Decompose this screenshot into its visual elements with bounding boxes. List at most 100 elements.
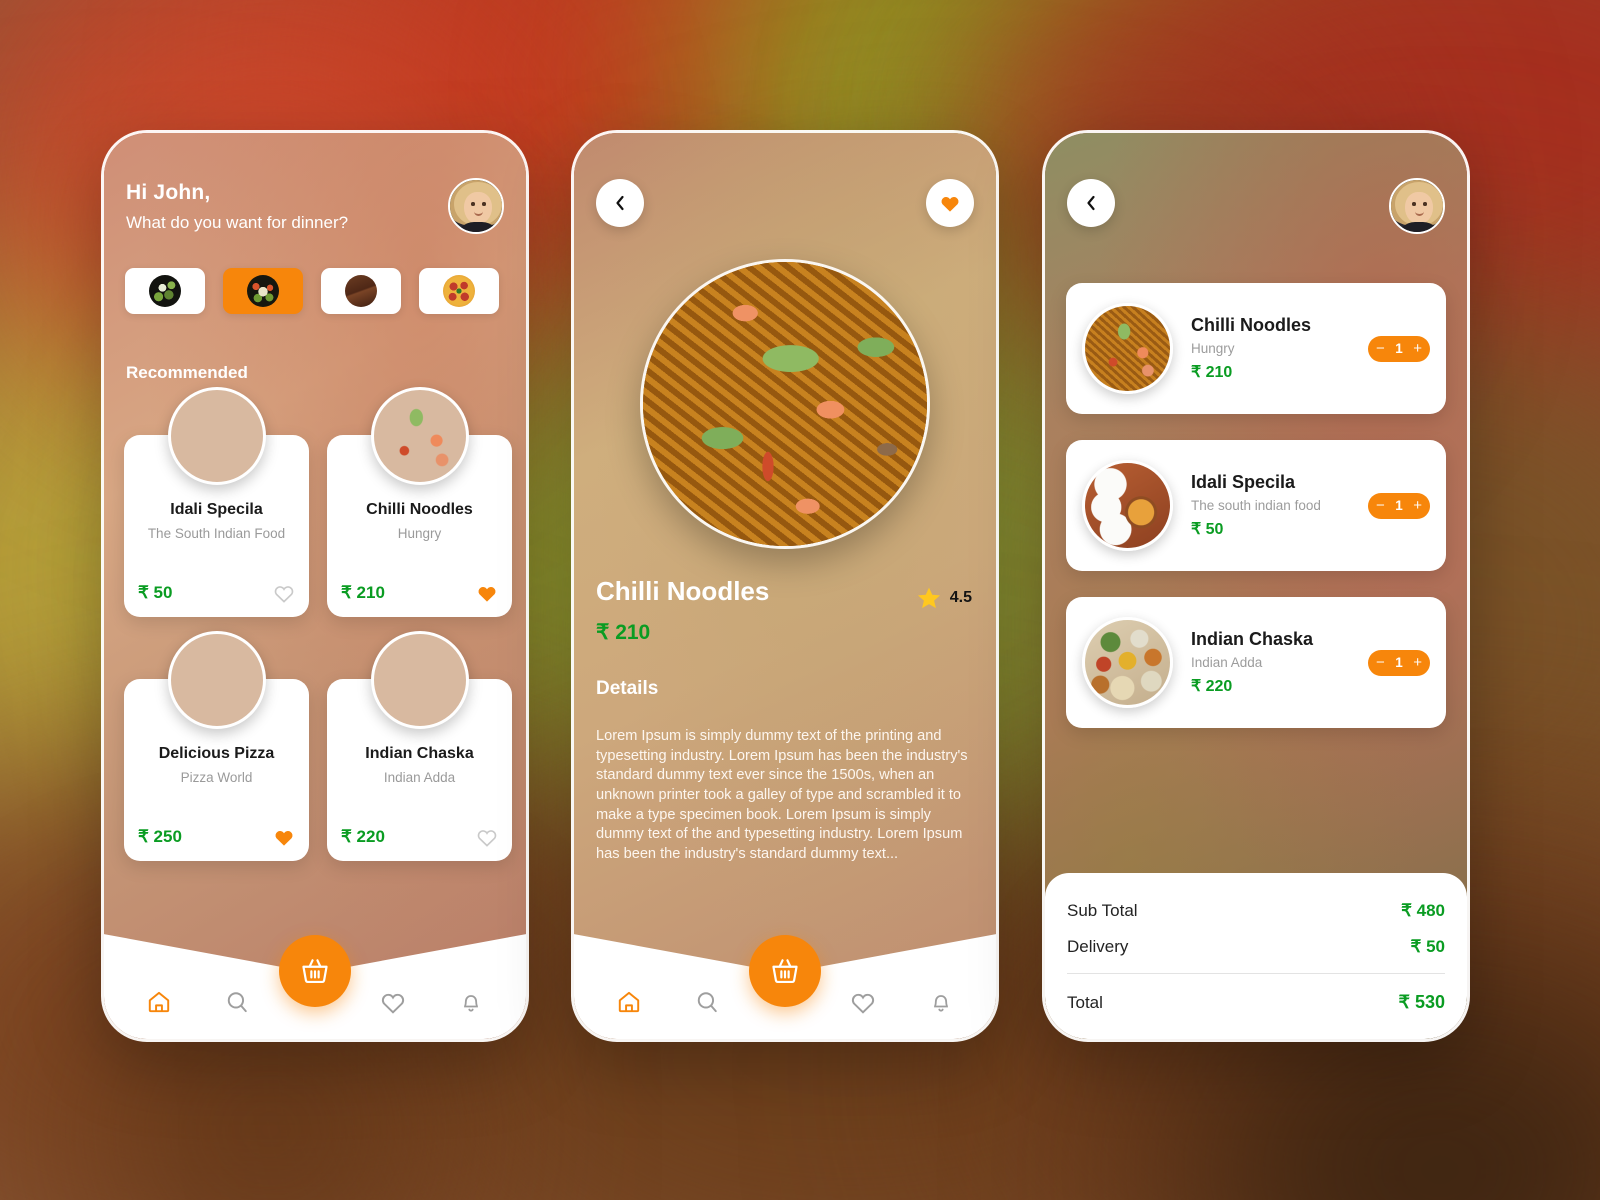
cart-item-row[interactable]: Indian Chaska Indian Adda ₹ 220 − 1 + — [1066, 597, 1446, 728]
back-button[interactable] — [596, 179, 644, 227]
nav-item-notifications[interactable] — [448, 989, 494, 1015]
home-screen-mockup: Hi John, What do you want for dinner? Re… — [101, 130, 529, 1042]
rating-value: 4.5 — [949, 589, 972, 606]
avatar-eye-left — [1412, 202, 1416, 206]
cart-item-name: Chilli Noodles — [1191, 315, 1312, 335]
veg-bowl-icon — [247, 275, 279, 307]
category-chip-veg-bowl[interactable] — [223, 268, 303, 314]
nav-item-favorites[interactable] — [840, 990, 886, 1014]
cart-screen-mockup: Chilli Noodles Hungry ₹ 210 − 1 + Idali … — [1042, 130, 1470, 1042]
food-thumbnail-noodles — [370, 387, 469, 485]
dish-price: ₹ 210 — [596, 621, 651, 644]
subtotal-label: Sub Total — [1067, 901, 1138, 920]
total-value: ₹ 530 — [1398, 992, 1446, 1012]
avatar-face — [464, 192, 492, 224]
category-chip-list — [125, 268, 499, 314]
greeting-question: What do you want for dinner? — [126, 213, 349, 232]
avatar[interactable] — [448, 178, 504, 234]
noodles-photo — [643, 262, 927, 546]
food-restaurant: Hungry — [397, 526, 442, 541]
greeting-name: Hi John, — [126, 181, 211, 204]
details-heading: Details — [596, 678, 659, 699]
food-card[interactable]: Indian Chaska Indian Adda ₹ 220 — [327, 631, 512, 861]
heart-filled-icon[interactable] — [476, 583, 498, 603]
quantity-value: 1 — [1395, 655, 1403, 670]
food-name: Idali Specila — [170, 501, 263, 518]
back-button[interactable] — [1067, 179, 1115, 227]
chocolate-icon — [345, 275, 377, 307]
food-card[interactable]: Idali Specila The South Indian Food ₹ 50 — [124, 387, 309, 617]
dish-title: Chilli Noodles — [596, 576, 770, 606]
heart-outline-icon[interactable] — [273, 583, 295, 603]
food-restaurant: The South Indian Food — [147, 526, 286, 541]
delivery-label: Delivery — [1067, 937, 1129, 956]
nav-item-search[interactable] — [684, 989, 730, 1015]
order-summary-panel: Sub Total ₹ 480 Delivery ₹ 50 Total ₹ 53… — [1045, 873, 1467, 1039]
category-chip-pizza[interactable] — [419, 268, 499, 314]
food-card-footer: ₹ 210 — [341, 583, 498, 603]
food-card[interactable]: Chilli Noodles Hungry ₹ 210 — [327, 387, 512, 617]
heart-filled-icon[interactable] — [273, 827, 295, 847]
increase-quantity-button[interactable]: + — [1413, 498, 1422, 513]
cart-item-list: Chilli Noodles Hungry ₹ 210 − 1 + Idali … — [1066, 283, 1446, 728]
recommended-food-grid: Idali Specila The South Indian Food ₹ 50… — [124, 387, 512, 861]
nav-item-notifications[interactable] — [918, 989, 964, 1015]
cart-item-name: Idali Specila — [1191, 472, 1296, 492]
dish-hero-image — [640, 259, 930, 549]
decrease-quantity-button[interactable]: − — [1376, 341, 1385, 356]
nav-item-search[interactable] — [214, 989, 260, 1015]
food-name: Chilli Noodles — [366, 501, 473, 518]
favorite-button[interactable] — [926, 179, 974, 227]
food-price: ₹ 250 — [138, 827, 182, 846]
heart-filled-icon — [941, 196, 959, 212]
avatar-eye-right — [1423, 202, 1427, 206]
quantity-stepper[interactable]: − 1 + — [1368, 649, 1430, 676]
food-price: ₹ 210 — [341, 583, 385, 602]
subtotal-value: ₹ 480 — [1401, 901, 1445, 920]
cart-item-name: Indian Chaska — [1191, 629, 1314, 649]
increase-quantity-button[interactable]: + — [1413, 341, 1422, 356]
greeting-block: Hi John, What do you want for dinner? — [126, 181, 348, 233]
star-icon — [917, 587, 940, 609]
food-thumbnail-idali — [167, 387, 266, 485]
decrease-quantity-button[interactable]: − — [1376, 655, 1385, 670]
cart-item-thumbnail-thali — [1082, 617, 1173, 708]
category-chip-chocolate[interactable] — [321, 268, 401, 314]
food-card-footer: ₹ 50 — [138, 583, 295, 603]
quantity-stepper[interactable]: − 1 + — [1368, 492, 1430, 519]
cart-fab-button[interactable] — [279, 935, 351, 1007]
summary-row-subtotal: Sub Total ₹ 480 — [1067, 901, 1445, 921]
rating-badge: 4.5 — [916, 585, 972, 611]
bottom-navigation-bar — [574, 917, 996, 1039]
cart-fab-button[interactable] — [749, 935, 821, 1007]
avatar-eye-right — [482, 202, 486, 206]
summary-row-total: Total ₹ 530 — [1067, 992, 1445, 1013]
food-card-footer: ₹ 250 — [138, 827, 295, 847]
food-price: ₹ 220 — [341, 827, 385, 846]
food-restaurant: Indian Adda — [383, 770, 456, 785]
salad-bowl-icon — [149, 275, 181, 307]
summary-row-delivery: Delivery ₹ 50 — [1067, 937, 1445, 957]
cart-item-price: ₹ 210 — [1191, 364, 1233, 381]
increase-quantity-button[interactable]: + — [1413, 655, 1422, 670]
avatar[interactable] — [1389, 178, 1445, 234]
heart-outline-icon[interactable] — [476, 827, 498, 847]
decrease-quantity-button[interactable]: − — [1376, 498, 1385, 513]
food-card[interactable]: Delicious Pizza Pizza World ₹ 250 — [124, 631, 309, 861]
nav-item-favorites[interactable] — [370, 990, 416, 1014]
nav-item-home[interactable] — [136, 989, 182, 1015]
food-thumbnail-thali — [370, 631, 469, 729]
cart-item-thumbnail-noodles — [1082, 303, 1173, 394]
summary-divider — [1067, 973, 1445, 974]
details-description: Lorem Ipsum is simply dummy text of the … — [596, 728, 968, 863]
cart-item-row[interactable]: Idali Specila The south indian food ₹ 50… — [1066, 440, 1446, 571]
food-thumbnail-pizza — [167, 631, 266, 729]
avatar-eye-left — [471, 202, 475, 206]
total-label: Total — [1067, 992, 1103, 1012]
cart-item-price: ₹ 50 — [1191, 521, 1224, 538]
quantity-value: 1 — [1395, 498, 1403, 513]
quantity-stepper[interactable]: − 1 + — [1368, 335, 1430, 362]
nav-item-home[interactable] — [606, 989, 652, 1015]
category-chip-salad-bowl[interactable] — [125, 268, 205, 314]
cart-item-row[interactable]: Chilli Noodles Hungry ₹ 210 − 1 + — [1066, 283, 1446, 414]
